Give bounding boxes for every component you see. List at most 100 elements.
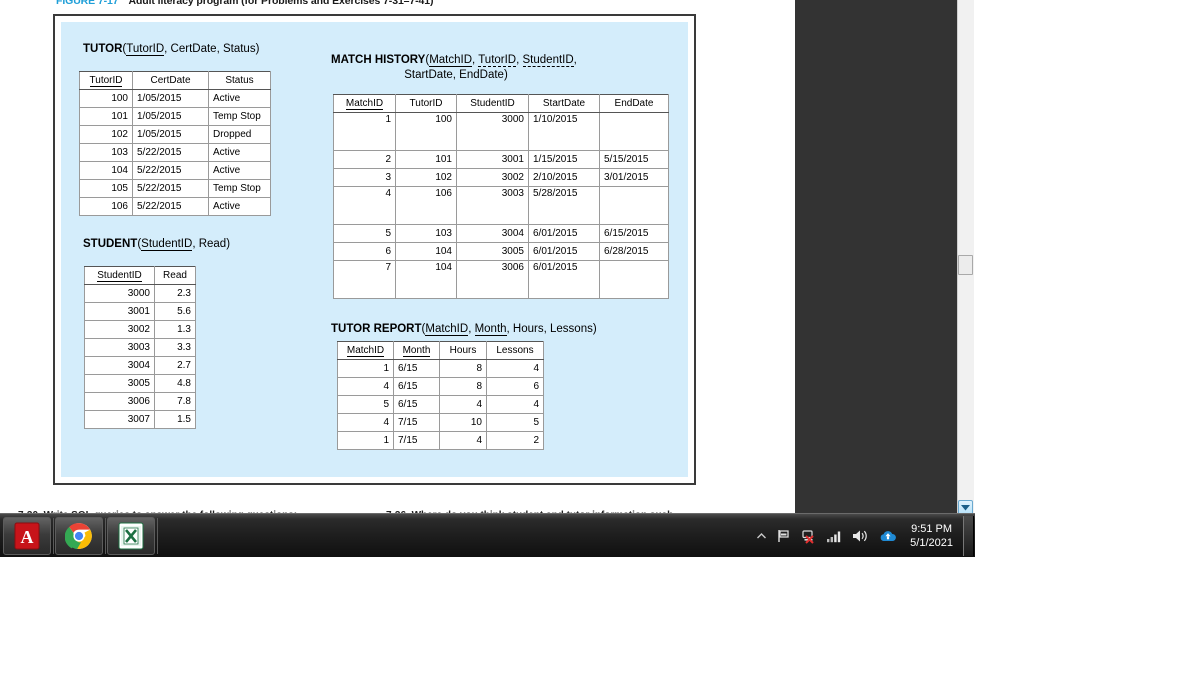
table-cell: 102: [395, 168, 457, 187]
table-header-row: MatchID TutorID StudentID StartDate EndD…: [333, 94, 669, 113]
table-cell: 4: [439, 395, 487, 414]
table-cell: 106: [395, 186, 457, 225]
relation-title-student: STUDENT(StudentID, Read): [83, 237, 230, 252]
table-row: 100 1/05/2015 Active: [79, 89, 271, 108]
fk-tutorid: TutorID: [478, 54, 517, 67]
relation-name-tutor-report: TUTOR REPORT: [331, 323, 422, 335]
table-cell: 6: [486, 377, 544, 396]
taskbar-clock[interactable]: 9:51 PM 5/1/2021: [910, 522, 953, 550]
table-cell: 6/28/2015: [599, 242, 669, 261]
table-cell: 3000: [84, 284, 155, 303]
table-row: 6 104 3005 6/01/2015 6/28/2015: [333, 242, 669, 261]
table-cell: 1.3: [154, 320, 196, 339]
table-cell: 6/01/2015: [528, 260, 600, 299]
table-cell: 7: [333, 260, 396, 299]
table-header-row: MatchID Month Hours Lessons: [337, 341, 544, 360]
table-cell: 4: [486, 359, 544, 378]
table-row: 3007 1.5: [84, 410, 196, 429]
pk-tutorid: TutorID: [126, 43, 165, 56]
table-row: 1 7/15 4 2: [337, 431, 544, 450]
table-cell: 2.7: [154, 356, 196, 375]
table-header-row: TutorID CertDate Status: [79, 71, 271, 90]
network-error-icon: [802, 529, 814, 544]
table-row: 3005 4.8: [84, 374, 196, 393]
table-cell: 6/01/2015: [528, 242, 600, 261]
signal-bars-button[interactable]: [826, 529, 842, 543]
table-cell: 3005: [84, 374, 155, 393]
table-header-row: StudentID Read: [84, 266, 196, 285]
col-tutorid: TutorID: [79, 71, 133, 90]
table-cell: 6/15: [393, 395, 440, 414]
table-cell: 5/22/2015: [132, 197, 209, 216]
table-cell: 6/15: [393, 377, 440, 396]
clock-date: 5/1/2021: [910, 537, 953, 549]
table-cell: 7.8: [154, 392, 196, 411]
table-cell: 7/15: [393, 413, 440, 432]
table-cell: [599, 112, 669, 151]
show-hidden-icons-button[interactable]: [756, 531, 767, 542]
table-row: 5 103 3004 6/01/2015 6/15/2015: [333, 224, 669, 243]
col-matchid: MatchID: [337, 341, 394, 360]
table-cell: 6/15/2015: [599, 224, 669, 243]
reader-gray-margin: [795, 0, 958, 513]
table-cell: 7/15: [393, 431, 440, 450]
taskbar-app-adobe-acrobat[interactable]: A: [3, 517, 51, 555]
col-studentid: StudentID: [84, 266, 155, 285]
chevron-down-icon: [961, 505, 970, 511]
table-row: 1 100 3000 1/10/2015: [333, 112, 669, 151]
table-cell: 3004: [84, 356, 155, 375]
table-cell: 3004: [456, 224, 529, 243]
table-cell: 5: [337, 395, 394, 414]
svg-text:A: A: [21, 527, 34, 547]
table-cell: 2: [333, 150, 396, 169]
table-row: 3001 5.6: [84, 302, 196, 321]
col-lessons: Lessons: [486, 341, 544, 360]
table-cell: 8: [439, 377, 487, 396]
table-row: 101 1/05/2015 Temp Stop: [79, 107, 271, 126]
col-month: Month: [393, 341, 440, 360]
table-row: 3002 1.3: [84, 320, 196, 339]
table-cell: 4: [333, 186, 396, 225]
table-cell: 3: [333, 168, 396, 187]
taskbar-separator: [53, 518, 54, 554]
scrollbar-thumb[interactable]: [958, 255, 973, 275]
table-cell: 4: [486, 395, 544, 414]
match-history-attrs-line2: StartDate, EndDate): [404, 69, 508, 81]
table-tutor-report: MatchID Month Hours Lessons 1 6/15 8 4 4 6/15…: [337, 341, 544, 450]
table-row: 103 5/22/2015 Active: [79, 143, 271, 162]
table-row: 106 5/22/2015 Active: [79, 197, 271, 216]
show-desktop-button[interactable]: [963, 516, 974, 556]
volume-speaker-button[interactable]: [852, 529, 869, 543]
table-cell: 5: [333, 224, 396, 243]
relation-title-match-history: MATCH HISTORY(MatchID, TutorID, StudentI…: [331, 53, 581, 83]
table-cell: 1: [337, 431, 394, 450]
table-student: StudentID Read 3000 2.3 3001 5.6 3002 1.3 3003…: [84, 266, 196, 429]
table-cell: 104: [395, 260, 457, 299]
table-cell: Active: [208, 89, 271, 108]
table-cell: Dropped: [208, 125, 271, 144]
table-cell: 3002: [456, 168, 529, 187]
onedrive-cloud-button[interactable]: [879, 529, 897, 543]
table-cell: 2/10/2015: [528, 168, 600, 187]
tutor-attrs-rest: , CertDate, Status): [164, 43, 260, 55]
table-cell: 1/05/2015: [132, 107, 209, 126]
speaker-icon: [853, 530, 867, 542]
taskbar-app-google-chrome[interactable]: [55, 517, 103, 555]
table-cell: 5.6: [154, 302, 196, 321]
action-center-flag-button[interactable]: [777, 529, 791, 543]
table-cell: 100: [79, 89, 133, 108]
table-cell: 104: [395, 242, 457, 261]
network-error-button[interactable]: [801, 529, 816, 544]
table-match-history: MatchID TutorID StudentID StartDate EndD…: [333, 94, 669, 299]
application-window: FIGURE 7-17 Adult literacy program (for P…: [0, 0, 975, 557]
figure-caption: FIGURE 7-17 Adult literacy program (for P…: [56, 0, 434, 7]
col-tutorid: TutorID: [395, 94, 457, 113]
table-cell: Active: [208, 143, 271, 162]
table-cell: 5/22/2015: [132, 161, 209, 180]
microsoft-excel-icon: [118, 522, 144, 550]
signal-bars-icon: [827, 531, 841, 543]
col-matchid: MatchID: [333, 94, 396, 113]
tutor-report-attrs-rest: , Hours, Lessons): [506, 323, 597, 335]
taskbar-app-microsoft-excel[interactable]: [107, 517, 155, 555]
table-cell: 3006: [84, 392, 155, 411]
